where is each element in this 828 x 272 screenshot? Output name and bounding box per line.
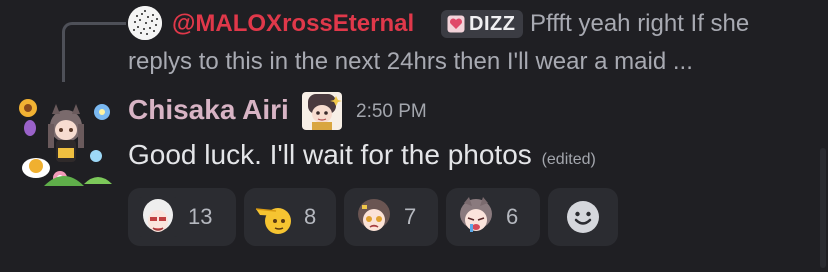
scrollbar[interactable]: [820, 148, 826, 268]
reaction-button[interactable]: 7: [344, 188, 438, 246]
reaction-count: 13: [188, 204, 213, 229]
add-reaction-button[interactable]: [548, 188, 618, 246]
white-haired-girl-emoji: [138, 197, 178, 237]
reply-connector-line: [62, 22, 126, 82]
message-timestamp[interactable]: 2:50 PM: [356, 101, 427, 123]
reply-tag-label: DIZZ: [469, 12, 516, 35]
crying-girl-emoji: [358, 199, 390, 231]
reply-avatar[interactable]: [128, 6, 162, 40]
author-badge-icon[interactable]: [302, 92, 342, 130]
reaction-button[interactable]: 8: [244, 188, 336, 246]
reply-preview-text[interactable]: Pffft yeah right If she: [530, 10, 749, 38]
reaction-count: 6: [506, 204, 519, 229]
reaction-count: 7: [404, 204, 417, 229]
reply-author-name[interactable]: @MALOXrossEternal: [172, 10, 414, 38]
heart-icon: [447, 15, 465, 33]
reaction-count: 8: [304, 204, 317, 229]
reply-guild-tag[interactable]: DIZZ: [441, 10, 524, 38]
reply-preview-text-continued[interactable]: replys to this in the next 24hrs then I'…: [128, 48, 693, 76]
author-avatar[interactable]: [14, 96, 118, 190]
chat-message-area: @MALOXrossEternal DIZZ Pffft yeah right …: [0, 0, 828, 272]
message-content: Good luck. I'll wait for the photos (edi…: [128, 139, 596, 171]
reaction-button[interactable]: 13: [128, 188, 236, 246]
silver-hair-girl-emoji: [460, 197, 492, 232]
smiley-icon: [567, 201, 599, 233]
edited-label[interactable]: (edited): [542, 151, 596, 168]
saluting-face-emoji: [255, 208, 291, 234]
reaction-button[interactable]: 6: [446, 188, 540, 246]
author-name[interactable]: Chisaka Airi: [128, 94, 289, 126]
message-text: Good luck. I'll wait for the photos: [128, 139, 532, 170]
